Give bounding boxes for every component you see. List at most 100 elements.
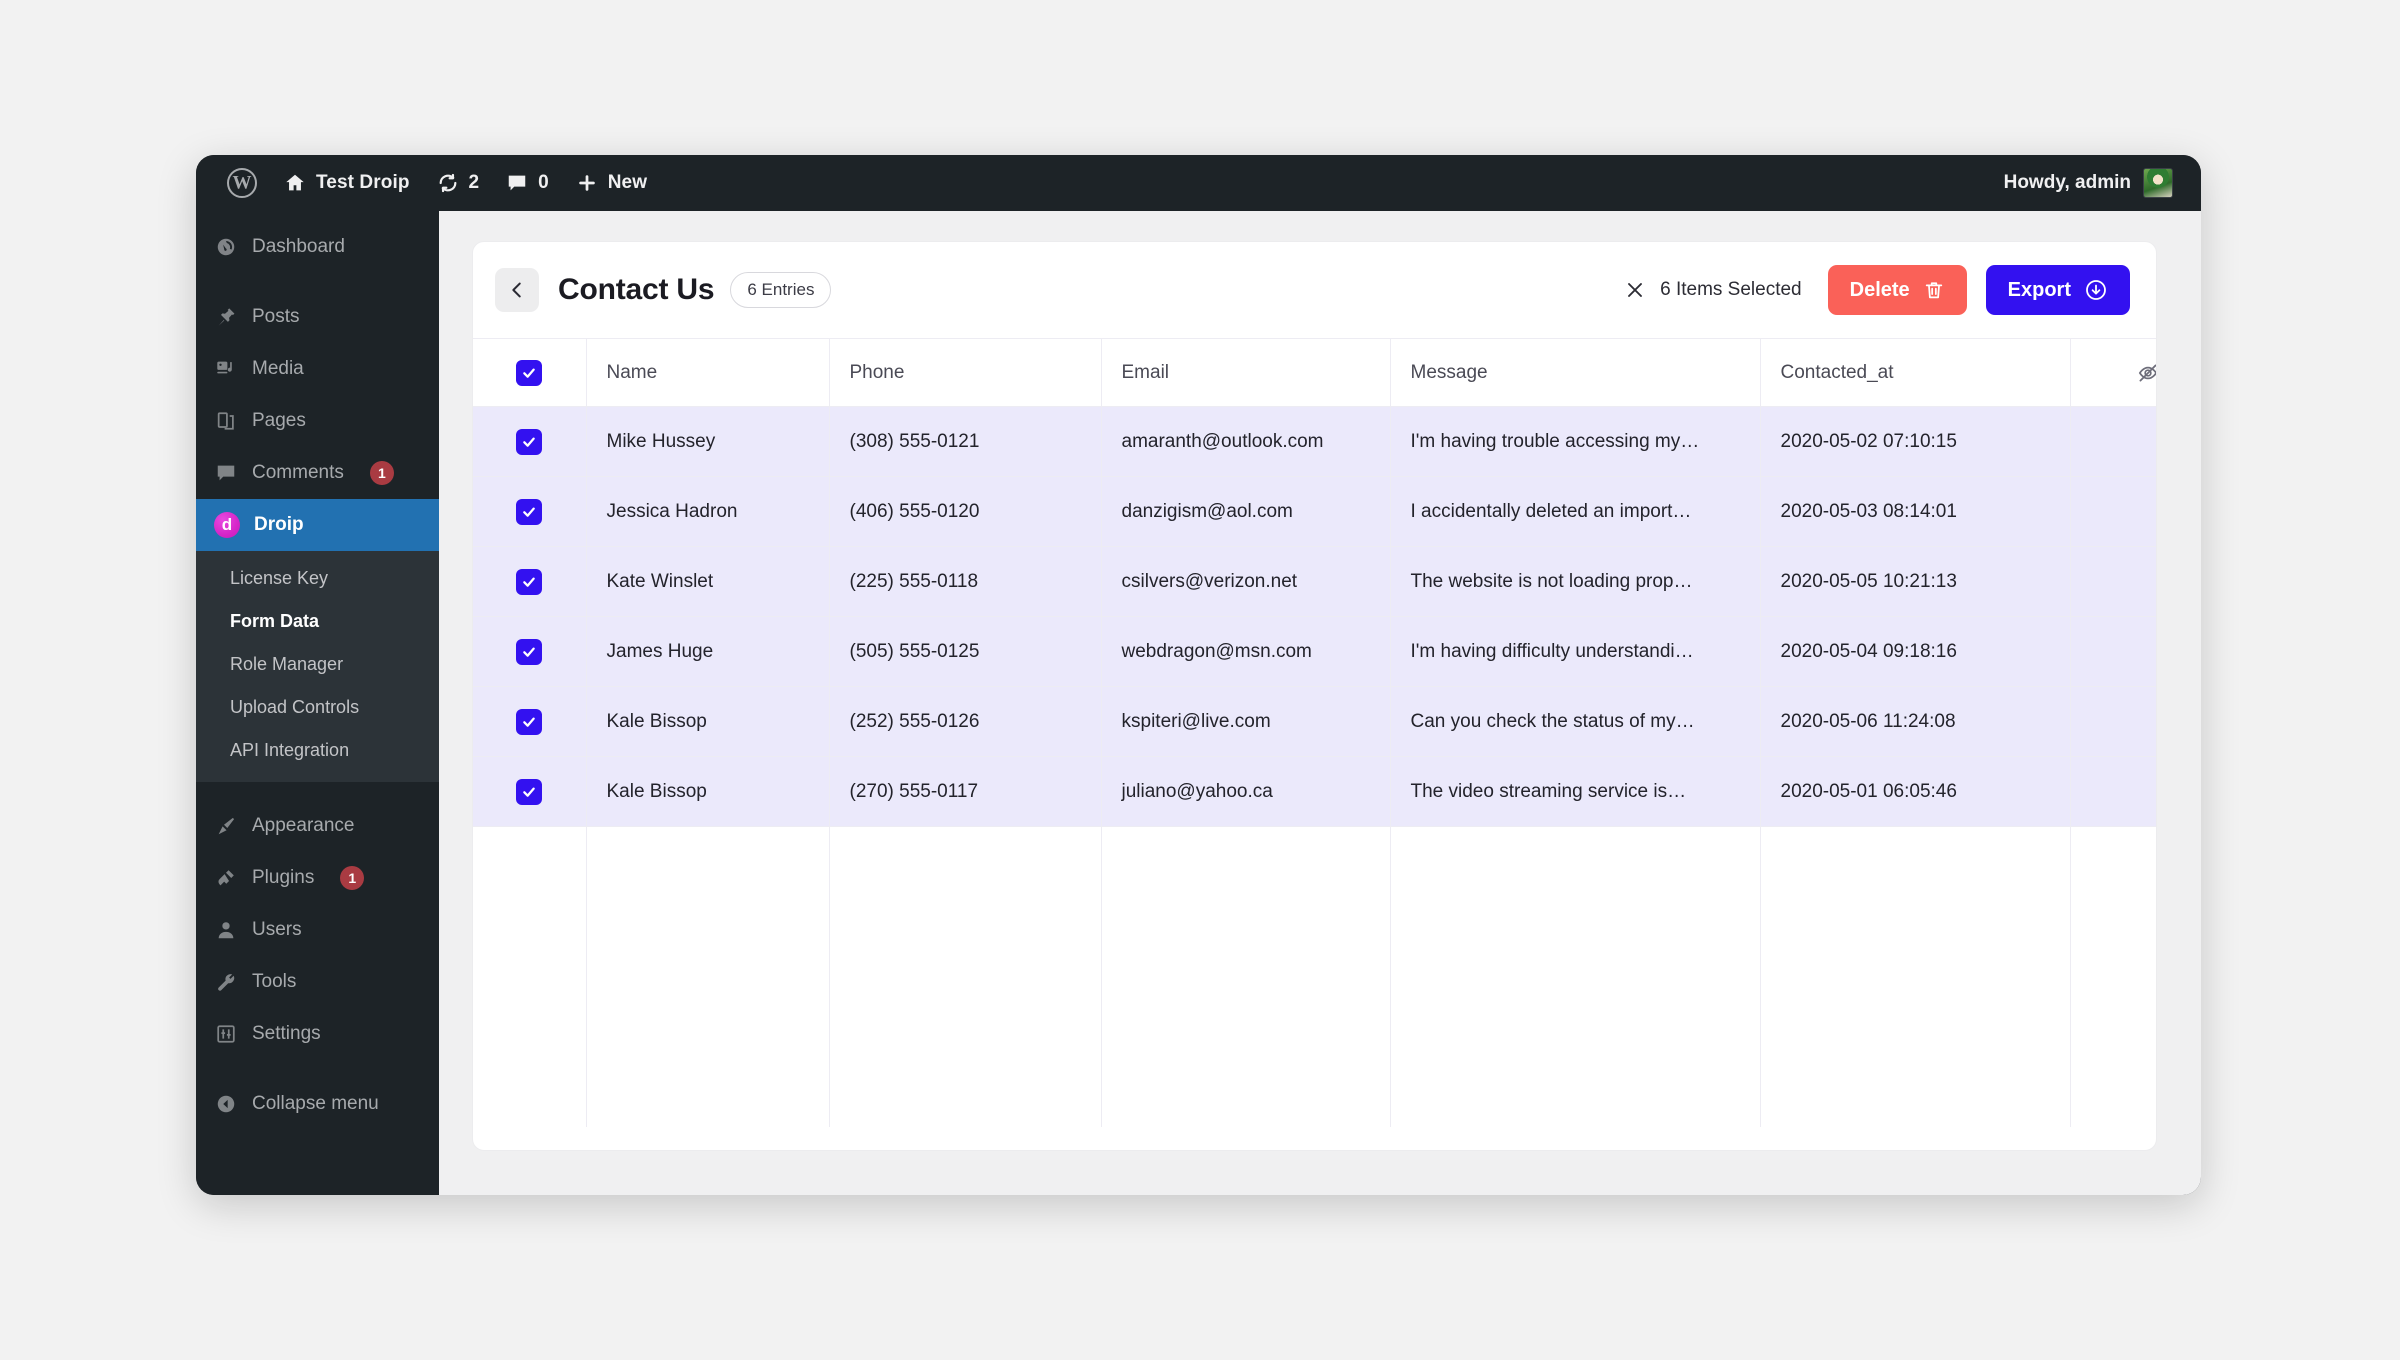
cell-contacted-at: 2020-05-05 10:21:13 — [1760, 546, 2071, 617]
comment-bubble-icon — [505, 171, 529, 195]
form-data-card: Contact Us 6 Entries 6 Items Selected De… — [472, 241, 2157, 1151]
table-row[interactable]: Kate Winslet (225) 555-0118 csilvers@ver… — [473, 546, 2156, 617]
table-row[interactable]: Jessica Hadron (406) 555-0120 danzigism@… — [473, 476, 2156, 547]
filler-cell — [1101, 826, 1391, 1127]
comments-button[interactable]: 0 — [492, 155, 562, 211]
sidebar-label: Comments — [252, 462, 344, 483]
table-row[interactable]: Kale Bissop (252) 555-0126 kspiteri@live… — [473, 686, 2156, 757]
cell-actions — [2070, 406, 2156, 477]
column-header-name[interactable]: Name — [586, 338, 830, 407]
page-title: Contact Us — [558, 273, 715, 306]
submenu-item-form-data[interactable]: Form Data — [196, 600, 439, 643]
sidebar-item-dashboard[interactable]: Dashboard — [196, 221, 439, 273]
sidebar-item-collapse-menu[interactable]: Collapse menu — [196, 1078, 439, 1130]
account-menu[interactable]: Howdy, admin — [2004, 168, 2179, 198]
admin-bar-left: Test Droip 2 — [214, 155, 660, 211]
cell-name: Mike Hussey — [586, 406, 830, 477]
delete-button[interactable]: Delete — [1827, 265, 1967, 315]
cell-message: The website is not loading prop… — [1390, 546, 1761, 617]
submenu-item-license-key[interactable]: License Key — [196, 557, 439, 600]
row-checkbox[interactable] — [516, 428, 543, 455]
cell-contacted-at: 2020-05-02 07:10:15 — [1760, 406, 2071, 477]
cell-contacted-at: 2020-05-06 11:24:08 — [1760, 686, 2071, 757]
admin-sidebar: Dashboard Posts Media Pages Comments 1 d… — [196, 211, 439, 1195]
cell-name: Kale Bissop — [586, 686, 830, 757]
cell-email: kspiteri@live.com — [1101, 686, 1391, 757]
cell-phone: (505) 555-0125 — [829, 616, 1102, 687]
cell-phone: (270) 555-0117 — [829, 756, 1102, 827]
submenu-item-api-integration[interactable]: API Integration — [196, 729, 439, 772]
sidebar-item-droip[interactable]: Droip — [196, 499, 439, 551]
updates-count: 2 — [468, 172, 480, 193]
filler-cell — [829, 826, 1102, 1127]
export-label: Export — [2007, 278, 2071, 301]
row-checkbox[interactable] — [516, 778, 543, 805]
cell-phone: (406) 555-0120 — [829, 476, 1102, 547]
sidebar-item-appearance[interactable]: Appearance — [196, 800, 439, 852]
export-button[interactable]: Export — [1985, 265, 2130, 315]
media-icon — [214, 357, 238, 381]
sidebar-label: Users — [252, 919, 302, 940]
check-icon — [523, 368, 536, 378]
plugins-badge: 1 — [340, 866, 365, 890]
submenu-item-upload-controls[interactable]: Upload Controls — [196, 686, 439, 729]
site-name-button[interactable]: Test Droip — [270, 155, 423, 211]
sidebar-divider — [196, 1060, 439, 1078]
hide-columns-button[interactable] — [2071, 340, 2156, 406]
clear-selection-button[interactable] — [1623, 278, 1647, 302]
column-header-message[interactable]: Message — [1390, 338, 1761, 407]
site-name-label: Test Droip — [316, 172, 410, 193]
app-window: Test Droip 2 — [196, 155, 2201, 1195]
row-checkbox[interactable] — [516, 568, 543, 595]
sidebar-label: Pages — [252, 410, 306, 431]
home-icon — [283, 171, 307, 195]
comment-icon — [214, 461, 238, 485]
wordpress-logo-button[interactable] — [214, 155, 270, 211]
column-header-phone[interactable]: Phone — [829, 338, 1102, 407]
droip-submenu: License Key Form Data Role Manager Uploa… — [196, 551, 439, 782]
row-select-cell — [473, 686, 587, 757]
table-row[interactable]: James Huge (505) 555-0125 webdragon@msn.… — [473, 616, 2156, 687]
sidebar-label: Appearance — [252, 815, 355, 836]
sidebar-item-users[interactable]: Users — [196, 904, 439, 956]
sidebar-item-settings[interactable]: Settings — [196, 1008, 439, 1060]
cell-name: Kale Bissop — [586, 756, 830, 827]
filler-cell — [1760, 826, 2071, 1127]
updates-button[interactable]: 2 — [423, 155, 493, 211]
check-icon — [523, 437, 536, 447]
check-icon — [523, 717, 536, 727]
table-header-row: Name Phone Email Message Contacted_at — [473, 338, 2156, 407]
sidebar-item-plugins[interactable]: Plugins 1 — [196, 852, 439, 904]
row-checkbox[interactable] — [516, 638, 543, 665]
dashboard-icon — [214, 235, 238, 259]
column-header-contacted-at[interactable]: Contacted_at — [1760, 338, 2071, 407]
row-select-cell — [473, 616, 587, 687]
row-checkbox[interactable] — [516, 498, 543, 525]
check-icon — [523, 787, 536, 797]
submenu-item-role-manager[interactable]: Role Manager — [196, 643, 439, 686]
cell-actions — [2070, 686, 2156, 757]
sidebar-item-comments[interactable]: Comments 1 — [196, 447, 439, 499]
row-select-cell — [473, 756, 587, 827]
filler-cell — [473, 826, 587, 1127]
howdy-label: Howdy, admin — [2003, 172, 2131, 193]
column-header-email[interactable]: Email — [1101, 338, 1391, 407]
sidebar-item-media[interactable]: Media — [196, 343, 439, 395]
sidebar-item-pages[interactable]: Pages — [196, 395, 439, 447]
pages-icon — [214, 409, 238, 433]
table-row[interactable]: Kale Bissop (270) 555-0117 juliano@yahoo… — [473, 756, 2156, 827]
cell-email: juliano@yahoo.ca — [1101, 756, 1391, 827]
sidebar-item-posts[interactable]: Posts — [196, 291, 439, 343]
sidebar-item-tools[interactable]: Tools — [196, 956, 439, 1008]
select-all-checkbox[interactable] — [516, 359, 543, 386]
new-content-button[interactable]: New — [562, 155, 660, 211]
entries-count-badge: 6 Entries — [730, 272, 832, 308]
selection-status: 6 Items Selected — [1623, 278, 1802, 302]
table-row[interactable]: Mike Hussey (308) 555-0121 amaranth@outl… — [473, 406, 2156, 477]
back-button[interactable] — [495, 268, 539, 312]
table-body: Mike Hussey (308) 555-0121 amaranth@outl… — [473, 406, 2156, 1127]
close-icon — [1628, 283, 1643, 297]
row-checkbox[interactable] — [516, 708, 543, 735]
sidebar-label: Dashboard — [252, 236, 345, 257]
cell-actions — [2070, 756, 2156, 827]
